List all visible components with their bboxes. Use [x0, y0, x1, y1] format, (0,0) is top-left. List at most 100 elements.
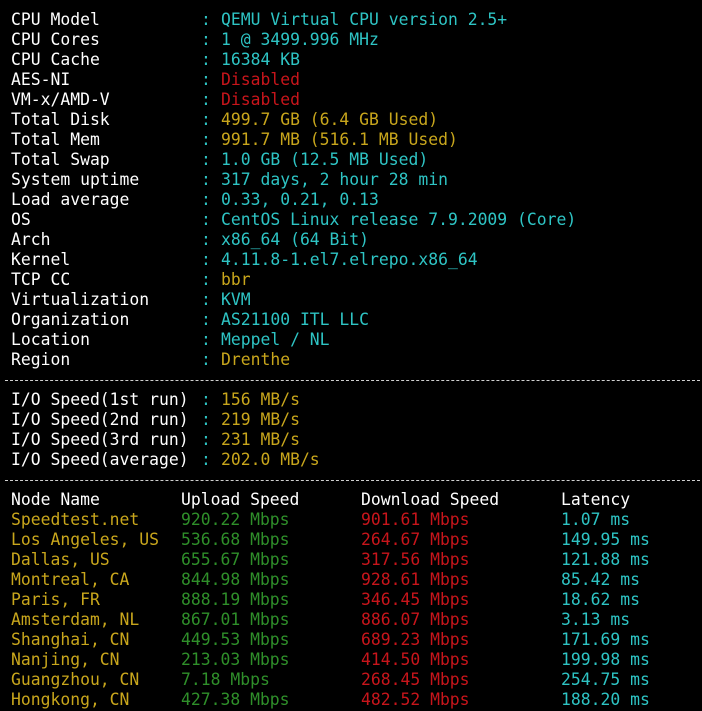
table-row: Amsterdam, NL 867.01 Mbps 886.07 Mbps 3.13 … — [11, 610, 702, 630]
sysinfo-label: CPU Cache — [11, 50, 100, 69]
sysinfo-value: Drenthe — [221, 350, 291, 369]
latency: 3.13 ms — [561, 610, 631, 629]
sysinfo-value: 16384 KB — [221, 50, 300, 69]
sysinfo-value: Disabled — [221, 70, 300, 89]
separator-colon: : — [201, 170, 211, 189]
sysinfo-value: 0.33, 0.21, 0.13 — [221, 190, 379, 209]
sysinfo-label: Arch — [11, 230, 51, 249]
sysinfo-row: Virtualization: KVM — [11, 290, 702, 310]
separator-colon: : — [201, 90, 211, 109]
sysinfo-value: bbr — [221, 270, 251, 289]
node-name: Guangzhou, CN — [11, 670, 140, 689]
sysinfo-value: Disabled — [221, 90, 300, 109]
io-value: 156 MB/s — [221, 390, 300, 409]
latency: 199.98 ms — [561, 650, 650, 669]
sysinfo-label: Location — [11, 330, 90, 349]
sysinfo-row: Arch: x86_64 (64 Bit) — [11, 230, 702, 250]
sysinfo-label: Kernel — [11, 250, 71, 269]
latency: 18.62 ms — [561, 590, 640, 609]
latency: 1.07 ms — [561, 510, 631, 529]
sysinfo-value: 991.7 MB (516.1 MB Used) — [221, 130, 458, 149]
separator-colon: : — [201, 330, 211, 349]
download-speed: 928.61 Mbps — [361, 570, 470, 589]
dashed-separator — [5, 470, 702, 490]
latency: 121.88 ms — [561, 550, 650, 569]
io-row: I/O Speed(3rd run):231 MB/s — [11, 430, 702, 450]
node-name: Paris, FR — [11, 590, 100, 609]
download-speed: 264.67 Mbps — [361, 530, 470, 549]
separator-colon: : — [201, 450, 211, 469]
sysinfo-label: OS — [11, 210, 31, 229]
download-speed: 317.56 Mbps — [361, 550, 470, 569]
sysinfo-value: 1.0 GB (12.5 MB Used) — [221, 150, 429, 169]
separator-colon: : — [201, 70, 211, 89]
separator-colon: : — [201, 130, 211, 149]
sysinfo-row: Total Mem:991.7 MB (516.1 MB Used) — [11, 130, 702, 150]
table-row: Nanjing, CN 213.03 Mbps 414.50 Mbps 199.98 … — [11, 650, 702, 670]
table-row: Speedtest.net 920.22 Mbps 901.61 Mbps 1.07 … — [11, 510, 702, 530]
sysinfo-label: CPU Model — [11, 10, 100, 29]
sysinfo-value: 499.7 GB (6.4 GB Used) — [221, 110, 439, 129]
upload-speed: 449.53 Mbps — [181, 630, 290, 649]
separator-colon: : — [201, 230, 211, 249]
separator-colon: : — [201, 430, 211, 449]
node-name: Amsterdam, NL — [11, 610, 140, 629]
io-row: I/O Speed(2nd run):219 MB/s — [11, 410, 702, 430]
sysinfo-value: 1 @ 3499.996 MHz — [221, 30, 379, 49]
separator-colon: : — [201, 270, 211, 289]
sysinfo-value: AS21100 ITL LLC — [221, 310, 370, 329]
upload-speed: 213.03 Mbps — [181, 650, 290, 669]
sysinfo-row: CPU Cache:16384 KB — [11, 50, 702, 70]
io-row: I/O Speed(average):202.0 MB/s — [11, 450, 702, 470]
table-header: Node Name Upload Speed Download Speed Laten… — [11, 490, 702, 510]
sysinfo-label: Organization — [11, 310, 130, 329]
io-label: I/O Speed(average) — [11, 450, 189, 469]
sysinfo-value: CentOS Linux release 7.9.2009 (Core) — [221, 210, 577, 229]
separator-colon: : — [201, 150, 211, 169]
upload-speed: 427.38 Mbps — [181, 690, 290, 709]
io-label: I/O Speed(3rd run) — [11, 430, 189, 449]
table-row: Guangzhou, CN 7.18 Mbps 268.45 Mbps 254.75 … — [11, 670, 702, 690]
separator-colon: : — [201, 10, 211, 29]
download-speed: 268.45 Mbps — [361, 670, 470, 689]
sysinfo-label: Total Swap — [11, 150, 110, 169]
io-value: 202.0 MB/s — [221, 450, 320, 469]
sysinfo-label: TCP CC — [11, 270, 71, 289]
column-header-download: Download Speed — [361, 490, 500, 509]
node-name: Hongkong, CN — [11, 690, 130, 709]
io-label: I/O Speed(2nd run) — [11, 410, 189, 429]
sysinfo-label: Total Disk — [11, 110, 110, 129]
sysinfo-row: CPU Cores:1 @ 3499.996 MHz — [11, 30, 702, 50]
upload-speed: 844.98 Mbps — [181, 570, 290, 589]
table-row: Shanghai, CN 449.53 Mbps 689.23 Mbps 171.69… — [11, 630, 702, 650]
sysinfo-row: VM-x/AMD-V: Disabled — [11, 90, 702, 110]
node-name: Dallas, US — [11, 550, 110, 569]
node-name: Los Angeles, US — [11, 530, 160, 549]
separator-colon: : — [201, 50, 211, 69]
sysinfo-value: 4.11.8-1.el7.elrepo.x86_64 — [221, 250, 478, 269]
latency: 149.95 ms — [561, 530, 650, 549]
separator-colon: : — [201, 350, 211, 369]
sysinfo-row: Total Swap:1.0 GB (12.5 MB Used) — [11, 150, 702, 170]
sysinfo-row: TCP CC: bbr — [11, 270, 702, 290]
sysinfo-row: OS: CentOS Linux release 7.9.2009 (Core) — [11, 210, 702, 230]
upload-speed: 536.68 Mbps — [181, 530, 290, 549]
upload-speed: 655.67 Mbps — [181, 550, 290, 569]
latency: 188.20 ms — [561, 690, 650, 709]
sysinfo-label: CPU Cores — [11, 30, 100, 49]
sysinfo-value: QEMU Virtual CPU version 2.5+ — [221, 10, 508, 29]
io-row: I/O Speed(1st run):156 MB/s — [11, 390, 702, 410]
terminal-output[interactable]: CPU Model: QEMU Virtual CPU version 2.5+ … — [0, 0, 702, 711]
sysinfo-label: Region — [11, 350, 71, 369]
table-row: Montreal, CA 844.98 Mbps 928.61 Mbps 85.42 … — [11, 570, 702, 590]
sysinfo-label: VM-x/AMD-V — [11, 90, 110, 109]
sysinfo-row: Kernel:4.11.8-1.el7.elrepo.x86_64 — [11, 250, 702, 270]
column-header-node: Node Name — [11, 490, 100, 509]
sysinfo-row: Load average:0.33, 0.21, 0.13 — [11, 190, 702, 210]
separator-colon: : — [201, 290, 211, 309]
sysinfo-row: CPU Model: QEMU Virtual CPU version 2.5+ — [11, 10, 702, 30]
sysinfo-row: Region: Drenthe — [11, 350, 702, 370]
table-row: Paris, FR 888.19 Mbps 346.45 Mbps 18.62 ms — [11, 590, 702, 610]
separator-colon: : — [201, 390, 211, 409]
column-header-latency: Latency — [561, 490, 631, 509]
